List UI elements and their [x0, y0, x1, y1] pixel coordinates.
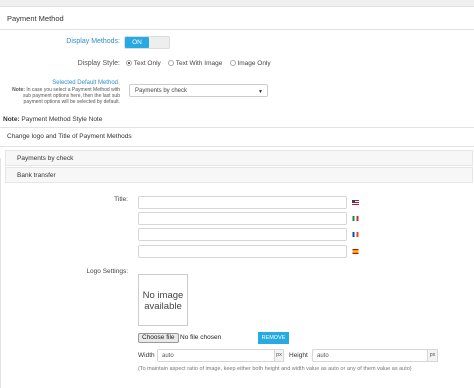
- display-methods-label: Display Methods:: [66, 38, 120, 45]
- method-label: Payments by check: [17, 155, 74, 162]
- remove-button[interactable]: REMOVE: [258, 332, 289, 344]
- file-status: No file chosen: [180, 334, 222, 341]
- default-method-note: Note: In case you select a Payment Metho…: [3, 87, 120, 105]
- panel-title: Payment Method: [7, 14, 64, 23]
- logo-title-section: Change logo and Title of Payment Methods: [0, 127, 474, 147]
- height-unit: px: [427, 349, 438, 362]
- method-payments-by-check[interactable]: Payments by check: [5, 150, 473, 166]
- section-title: Change logo and Title of Payment Methods: [7, 133, 132, 140]
- divider: [0, 146, 474, 147]
- width-label: Width: [138, 352, 155, 359]
- it-flag-icon: [352, 216, 359, 221]
- radio-text-with-image[interactable]: [168, 60, 175, 66]
- title-input-es[interactable]: [138, 245, 347, 258]
- no-image-line1: No image: [142, 290, 184, 301]
- display-methods-toggle[interactable]: ON: [124, 36, 170, 49]
- chevron-down-icon: ▼: [258, 89, 263, 95]
- fr-flag-icon: [352, 232, 359, 237]
- display-style-label: Display Style:: [77, 60, 120, 67]
- aspect-ratio-hint: (To maintain aspect ratio of image, keep…: [138, 366, 412, 372]
- method-bank-transfer[interactable]: Bank transfer: [5, 167, 473, 183]
- width-unit: px: [274, 349, 284, 362]
- style-note-text: Payment Method Style Note: [21, 116, 103, 123]
- logo-preview: No image available: [138, 274, 188, 326]
- toggle-on-label: ON: [125, 37, 149, 48]
- radio-text-only[interactable]: [126, 60, 132, 66]
- logo-settings-label: Logo Settings:: [86, 268, 128, 275]
- es-flag-icon: [352, 249, 359, 254]
- style-note: Note: Payment Method Style Note: [3, 116, 102, 123]
- left-border: [0, 158, 1, 388]
- display-style-options: Text Only Text With Image Image Only: [126, 59, 271, 67]
- title-input-it[interactable]: [138, 212, 347, 225]
- panel-header: Payment Method: [0, 8, 474, 30]
- top-strip: [0, 0, 474, 7]
- default-method-select[interactable]: Payments by check ▼: [129, 84, 268, 97]
- title-label: Title:: [114, 196, 128, 203]
- style-note-prefix: Note:: [3, 116, 20, 123]
- title-input-en[interactable]: [138, 196, 347, 209]
- height-input[interactable]: auto: [312, 349, 428, 362]
- option-text-with-image[interactable]: Text With Image: [176, 60, 223, 67]
- radio-image-only[interactable]: [229, 60, 236, 66]
- method-label: Bank transfer: [17, 172, 56, 179]
- no-image-line2: available: [144, 301, 182, 312]
- option-text-only[interactable]: Text Only: [134, 60, 161, 67]
- default-method-value: Payments by check: [135, 88, 188, 94]
- title-input-fr[interactable]: [138, 228, 347, 241]
- option-image-only[interactable]: Image Only: [237, 60, 270, 67]
- note-text: In case you select a Payment Method with…: [22, 87, 120, 105]
- us-flag-icon: [352, 200, 359, 205]
- choose-file-button[interactable]: Choose file: [138, 333, 179, 343]
- default-method-label: Selected Default Method: [52, 80, 118, 86]
- height-label: Height: [289, 352, 308, 359]
- width-input[interactable]: auto: [157, 349, 275, 362]
